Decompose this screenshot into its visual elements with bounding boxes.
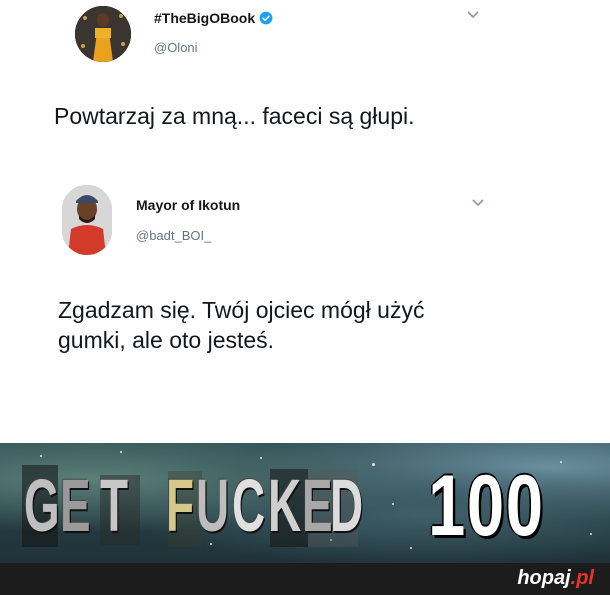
glitch-letter: F [166, 464, 194, 547]
site-watermark[interactable]: hopaj.pl [517, 567, 594, 590]
glitch-letter: D [330, 464, 363, 547]
chevron-down-icon[interactable] [466, 10, 480, 20]
avatar[interactable] [62, 185, 112, 255]
verified-badge-icon [259, 11, 273, 25]
glitch-letter: C [232, 464, 265, 547]
avatar-image [75, 6, 131, 62]
glitch-letter: E [302, 464, 333, 547]
watermark-site: hopaj [517, 567, 571, 589]
glitch-letter: T [100, 464, 128, 547]
meme-banner: G E T F U C K E D 100 [0, 443, 610, 563]
tweet-text: Zgadzam się. Twój ojciec mógł użyć gumki… [58, 295, 424, 356]
footer-bar: hopaj.pl [0, 563, 610, 595]
user-handle[interactable]: @badt_BOI_ [136, 228, 211, 243]
glitch-letter: E [60, 464, 91, 547]
user-handle[interactable]: @Oloni [154, 40, 198, 55]
avatar-image [62, 185, 112, 255]
watermark-tld: .pl [570, 567, 594, 589]
tweet-text: Powtarzaj za mną... faceci są głupi. [54, 103, 415, 129]
avatar[interactable] [75, 6, 131, 62]
score-text: 100 [428, 458, 545, 554]
tweet-text-line-1: Zgadzam się. Twój ojciec mógł użyć [58, 297, 425, 323]
display-name[interactable]: #TheBigOBook [154, 10, 273, 26]
display-name[interactable]: Mayor of Ikotun [136, 197, 240, 213]
glitch-letter: U [196, 464, 229, 547]
display-name-text: #TheBigOBook [154, 10, 256, 26]
tweet-text-line-2: gumki, ale oto jesteś. [58, 327, 275, 354]
glitch-letter: G [24, 464, 60, 547]
chevron-down-icon[interactable] [471, 198, 485, 208]
glitch-letter: K [268, 464, 301, 547]
